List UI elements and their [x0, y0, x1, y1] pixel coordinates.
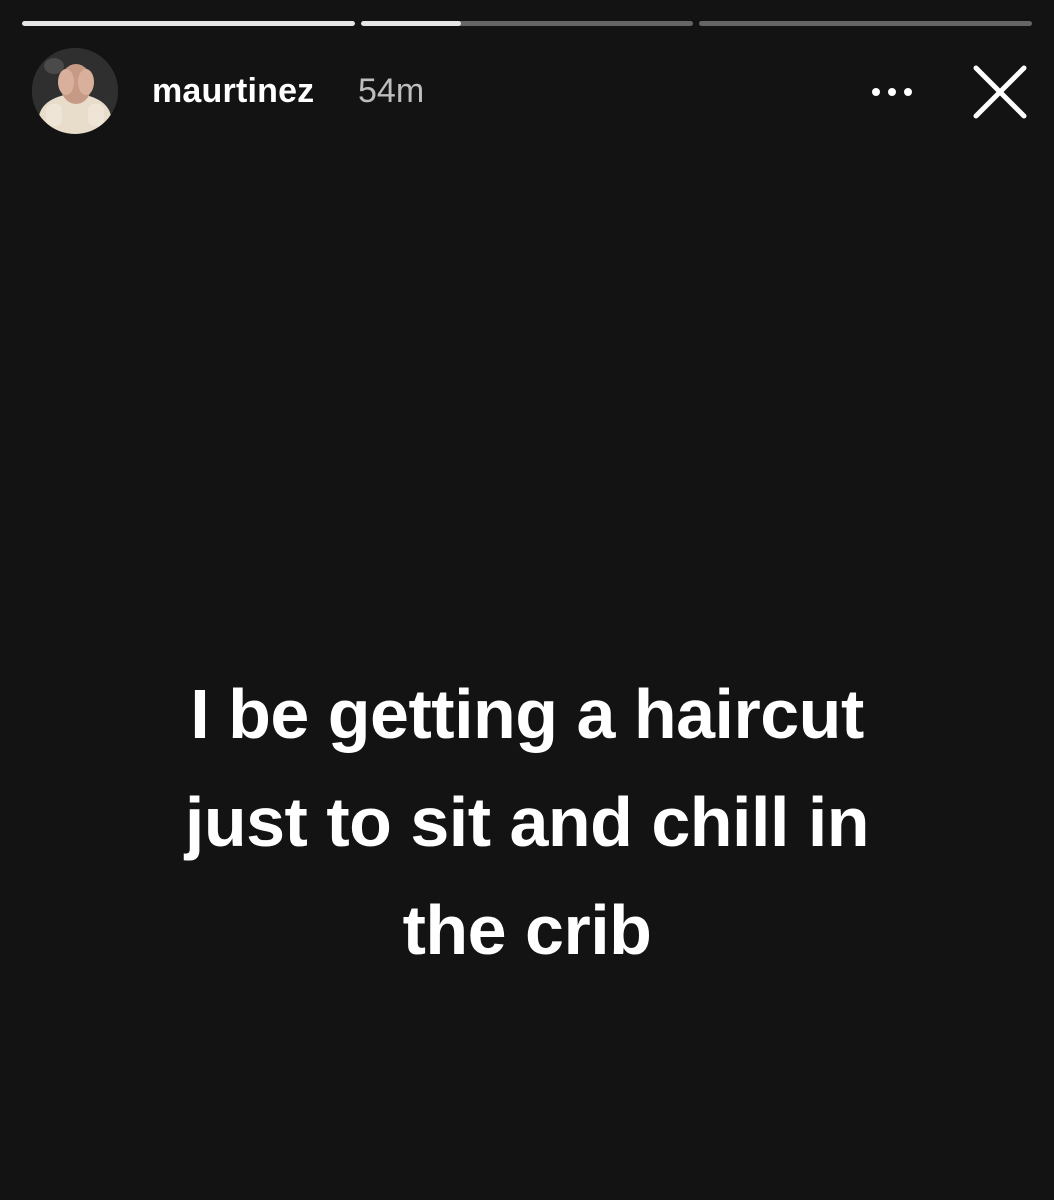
- story-progress-bar: [22, 21, 1032, 26]
- caption-line-1: I be getting a haircut: [190, 675, 864, 753]
- caption-line-3: the crib: [402, 891, 652, 969]
- avatar[interactable]: [32, 48, 118, 134]
- more-options-button[interactable]: [866, 74, 918, 110]
- progress-segment-1: [22, 21, 355, 26]
- progress-segment-2: [361, 21, 693, 26]
- caption-line-2: just to sit and chill in: [184, 783, 870, 861]
- progress-fill: [361, 21, 461, 26]
- progress-fill: [22, 21, 355, 26]
- timestamp: 54m: [358, 72, 425, 110]
- username[interactable]: maurtinez: [152, 72, 314, 111]
- story-header: maurtinez 54m: [32, 48, 1032, 138]
- profile-photo: [32, 48, 118, 134]
- more-horizontal-icon: [872, 88, 912, 96]
- story-caption: I be getting a haircut just to sit and c…: [0, 660, 1054, 984]
- progress-segment-3: [699, 21, 1032, 26]
- close-icon: [973, 65, 1027, 119]
- close-button[interactable]: [968, 60, 1032, 124]
